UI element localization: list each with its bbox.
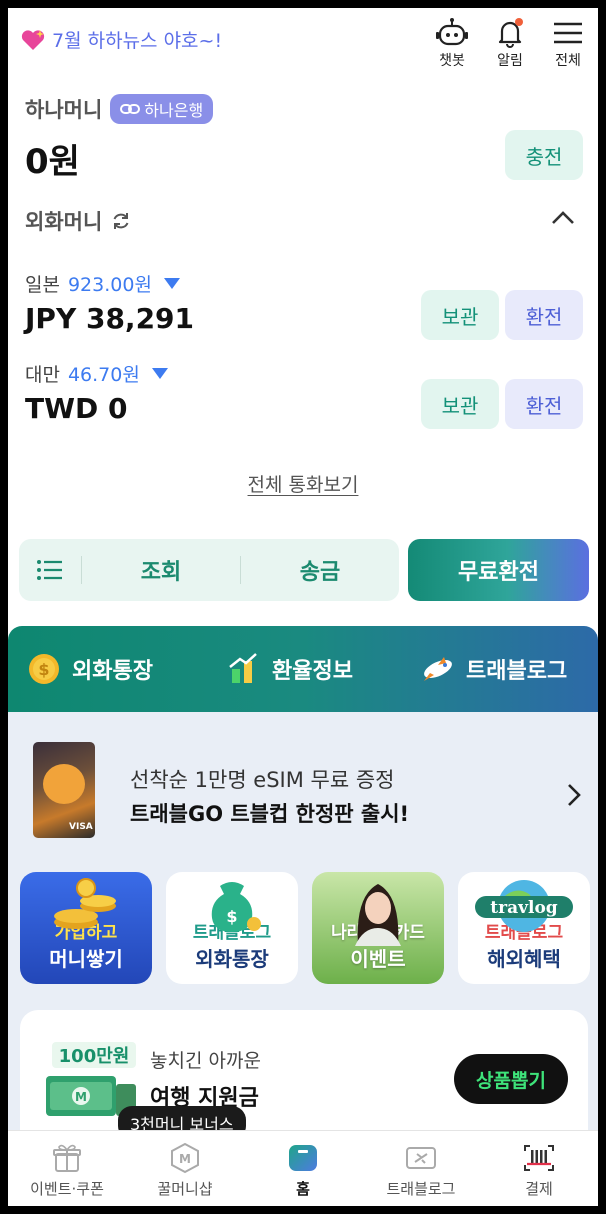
tile-overseas-benefit[interactable]: travlog 트래블로그 해외혜택 <box>458 872 590 984</box>
nav-honey-money-shop[interactable]: M 꿀머니샵 <box>126 1131 244 1206</box>
bell-icon <box>498 18 523 48</box>
notification-label: 알림 <box>497 53 523 69</box>
tile-narasarang-event[interactable]: 나라사랑카드 이벤트 <box>312 872 444 984</box>
m-hexagon-icon: M <box>171 1142 199 1174</box>
transfer-button[interactable]: 송금 <box>241 554 399 586</box>
robot-icon <box>436 18 468 46</box>
collapse-chevron-up-icon[interactable] <box>550 208 576 228</box>
nav-event-coupon[interactable]: 이벤트·쿠폰 <box>8 1131 126 1206</box>
fx-account-link[interactable]: $ 외화통장 <box>26 651 153 687</box>
coin-icon: $ <box>29 654 59 684</box>
twd-country: 대만 <box>25 364 60 386</box>
draw-product-button[interactable]: 상품뽑기 <box>454 1054 568 1104</box>
list-icon <box>37 560 62 580</box>
exchange-rate-label: 환율정보 <box>272 659 353 684</box>
twd-keep-button[interactable]: 보관 <box>421 379 499 429</box>
coin-stack-icon <box>54 878 116 929</box>
tile-3-line2: 이벤트 <box>350 947 406 971</box>
event-tiles: 가입하고 머니쌓기 $ 트래블로그 외화통장 나라사랑카드 이 <box>20 872 590 984</box>
refresh-icon[interactable] <box>110 210 132 232</box>
bank-badge[interactable]: 하나은행 <box>110 94 214 124</box>
travelog-label: 트래블로그 <box>466 659 568 684</box>
chatbot-button[interactable]: 챗봇 <box>432 16 472 70</box>
twd-exchange-button[interactable]: 환전 <box>505 379 583 429</box>
gift-badge-text: 100만원 <box>59 1046 130 1067</box>
inquiry-button[interactable]: 조회 <box>82 554 240 586</box>
home-icon <box>289 1145 317 1171</box>
hana-money-balance: 0원 <box>25 142 80 182</box>
travelog-link[interactable]: 트래블로그 <box>420 651 567 687</box>
sparkle-heart-icon <box>21 29 45 50</box>
fx-money-header: 외화머니 <box>25 206 132 236</box>
nav-home[interactable]: 홈 <box>244 1131 362 1206</box>
jpy-rate: 923.00원 <box>67 274 152 296</box>
action-bar: 조회 송금 <box>19 539 399 601</box>
menu-icon <box>554 22 582 44</box>
nav-travelog[interactable]: 트래블로그 <box>362 1131 480 1206</box>
bank-badge-label: 하나은행 <box>144 101 204 120</box>
travlog-globe-icon: travlog <box>475 880 573 932</box>
tile-2-line2: 외화통장 <box>195 947 269 971</box>
view-all-currencies-link[interactable]: 전체 통화보기 <box>8 470 598 497</box>
nav-payment[interactable]: 결제 <box>480 1131 598 1206</box>
all-menu-label: 전체 <box>555 53 581 69</box>
fx-account-label: 외화통장 <box>72 659 153 684</box>
promo-line-1: 선착순 1만명 eSIM 무료 증정 <box>130 768 395 792</box>
money-bag-icon: $ <box>211 882 261 932</box>
exchange-rate-link[interactable]: 환율정보 <box>226 651 353 687</box>
hana-money-title: 하나머니 <box>25 98 103 122</box>
tile-1-line2: 머니쌓기 <box>49 947 123 971</box>
link-icon <box>120 104 141 114</box>
jpy-keep-button[interactable]: 보관 <box>421 290 499 340</box>
svg-text:$: $ <box>226 907 237 926</box>
promo-line-2: 트래블GO 트블컵 한정판 출시! <box>130 802 410 826</box>
top-header: 7월 하하뉴스 야호~! 챗봇 알림 전체 <box>8 8 598 88</box>
app-screen: 7월 하하뉴스 야호~! 챗봇 알림 전체 하나머니 하나은행 0원 충전 외화… <box>8 8 598 1206</box>
jpy-exchange-button[interactable]: 환전 <box>505 290 583 340</box>
nav-travelog-label: 트래블로그 <box>386 1180 456 1198</box>
jpy-balance: JPY 38,291 <box>25 302 195 335</box>
barcode-scan-icon <box>524 1145 554 1171</box>
charge-button[interactable]: 충전 <box>505 130 583 180</box>
twd-rate-row: 대만 46.70원 <box>25 360 168 387</box>
tile-4-line2: 해외혜택 <box>487 947 561 971</box>
all-menu-button[interactable]: 전체 <box>548 16 588 70</box>
chevron-right-icon <box>568 784 581 806</box>
rate-down-icon <box>151 368 168 379</box>
quick-menu-band: $ 외화통장 환율정보 트래블로그 <box>8 626 598 712</box>
nav-honey-money-shop-label: 꿀머니샵 <box>157 1180 213 1198</box>
esim-promo-banner[interactable]: VISA 선착순 1만명 eSIM 무료 증정 트래블GO 트블컵 한정판 출시… <box>28 736 588 846</box>
nav-event-coupon-label: 이벤트·쿠폰 <box>30 1180 104 1198</box>
list-menu-button[interactable] <box>19 558 81 582</box>
jpy-rate-row: 일본 923.00원 <box>25 270 180 297</box>
twd-balance: TWD 0 <box>25 392 128 425</box>
bottom-navigation: 이벤트·쿠폰 M 꿀머니샵 홈 트래블로그 결제 <box>8 1130 598 1206</box>
chart-icon <box>229 653 257 683</box>
gift-line-1: 놓치긴 아까운 <box>150 1050 261 1072</box>
travel-card-image: VISA <box>33 742 95 838</box>
gift-icon <box>53 1144 81 1172</box>
svg-text:M: M <box>75 1090 87 1104</box>
tile-join-money[interactable]: 가입하고 머니쌓기 <box>20 872 152 984</box>
twd-rate: 46.70원 <box>67 364 140 386</box>
fx-money-title: 외화머니 <box>25 210 103 234</box>
svg-text:$: $ <box>38 660 49 679</box>
free-exchange-button[interactable]: 무료환전 <box>408 539 589 601</box>
airplane-icon <box>424 657 452 681</box>
model-portrait-icon <box>355 884 401 946</box>
plane-ticket-icon <box>406 1147 436 1169</box>
notification-button[interactable]: 알림 <box>490 16 530 70</box>
news-promo-text: 7월 하하뉴스 야호~! <box>52 30 223 52</box>
tile-fx-account[interactable]: $ 트래블로그 외화통장 <box>166 872 298 984</box>
svg-text:M: M <box>179 1152 191 1166</box>
rate-down-icon <box>163 278 180 289</box>
nav-payment-label: 결제 <box>525 1180 553 1198</box>
news-promo-link[interactable]: 7월 하하뉴스 야호~! <box>20 26 222 53</box>
chatbot-label: 챗봇 <box>439 53 465 69</box>
jpy-country: 일본 <box>25 274 60 296</box>
nav-home-label: 홈 <box>296 1180 310 1198</box>
lower-section: VISA 선착순 1만명 eSIM 무료 증정 트래블GO 트블컵 한정판 출시… <box>8 712 598 1150</box>
travlog-logo-text: travlog <box>490 898 557 918</box>
travel-support-card[interactable]: 100만원 M 놓치긴 아까운 여행 지원금 상품뽑기 <box>20 1010 588 1150</box>
